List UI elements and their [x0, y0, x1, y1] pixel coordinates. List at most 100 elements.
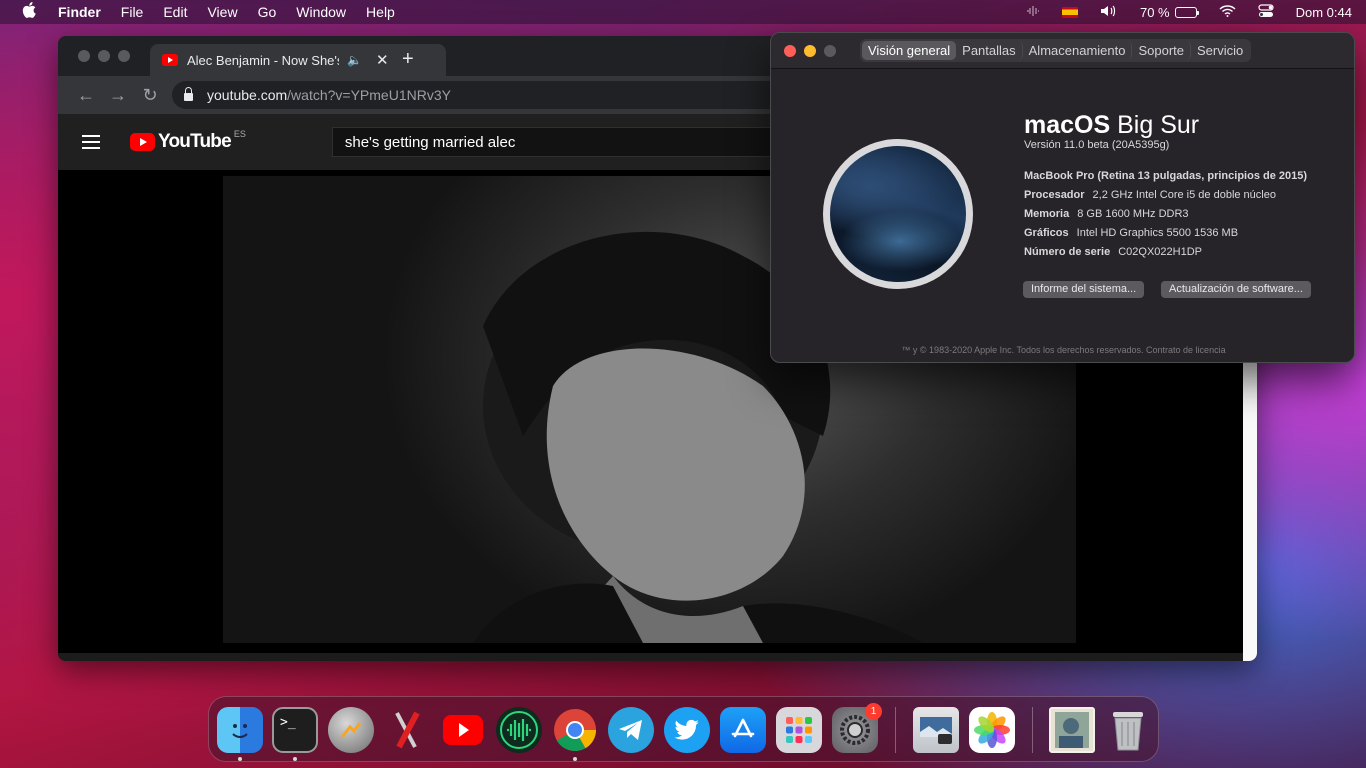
zoom-window-button[interactable]	[118, 50, 130, 62]
menu-window[interactable]: Window	[296, 4, 346, 20]
about-titlebar: Visión general Pantallas Almacenamiento …	[771, 33, 1354, 69]
notification-badge: 1	[865, 703, 882, 720]
youtube-logo[interactable]: YouTube ES	[130, 129, 246, 153]
dock-separator	[895, 707, 896, 753]
audio-playing-icon[interactable]: 🔈	[347, 53, 362, 67]
page-right-edge	[1243, 362, 1257, 661]
tab-almacenamiento[interactable]: Almacenamiento	[1023, 41, 1133, 60]
twitter-icon[interactable]	[664, 707, 710, 753]
lock-icon	[184, 86, 193, 101]
terminal-icon[interactable]: >_	[272, 707, 318, 753]
spec-key: Número de serie	[1024, 246, 1111, 258]
spec-value: 2,2 GHz Intel Core i5 de doble núcleo	[1092, 189, 1276, 201]
spec-value: C02QX022H1DP	[1118, 246, 1202, 258]
wifi-icon[interactable]	[1219, 4, 1236, 20]
about-zoom-button[interactable]	[824, 45, 836, 57]
volume-icon[interactable]	[1100, 4, 1118, 21]
search-query-text: she's getting married alec	[344, 133, 516, 151]
battery-status[interactable]: 70 %	[1139, 4, 1199, 20]
software-update-button[interactable]: Actualización de software...	[1161, 281, 1311, 298]
os-version: Versión 11.0 beta (20A5395g)	[1024, 139, 1170, 151]
chrome-icon[interactable]	[552, 707, 598, 753]
tab-vision-general[interactable]: Visión general	[862, 41, 957, 60]
spec-value: 8 GB 1600 MHz DDR3	[1077, 208, 1189, 220]
about-minimize-button[interactable]	[804, 45, 816, 57]
spec-key: Memoria	[1024, 208, 1070, 220]
tab-soporte[interactable]: Soporte	[1132, 41, 1192, 60]
documents-stack-icon[interactable]	[1049, 707, 1095, 753]
video-progress-bar[interactable]	[58, 653, 1243, 661]
youtube-region-label: ES	[233, 129, 246, 139]
preview-icon[interactable]	[913, 707, 959, 753]
apple-menu-icon[interactable]	[0, 2, 58, 22]
tab-pantallas[interactable]: Pantallas	[956, 41, 1023, 60]
trash-icon[interactable]	[1105, 707, 1151, 753]
dock-separator	[1032, 707, 1033, 753]
menu-edit[interactable]: Edit	[163, 4, 187, 20]
spec-serial: Número de serie C02QX022H1DP	[1024, 246, 1307, 265]
menu-app-finder[interactable]: Finder	[58, 4, 101, 20]
spec-key: Procesador	[1024, 189, 1085, 201]
finder-icon[interactable]	[217, 707, 263, 753]
youtube-wordmark: YouTube	[158, 131, 232, 152]
menu-help[interactable]: Help	[366, 4, 395, 20]
system-preferences-icon[interactable]: 1	[832, 703, 882, 753]
tab-servicio[interactable]: Servicio	[1191, 41, 1249, 60]
window-controls	[78, 50, 130, 62]
terminal-running-indicator	[293, 757, 297, 761]
hamburger-menu-icon[interactable]	[82, 135, 100, 149]
close-window-button[interactable]	[78, 50, 90, 62]
spec-memory: Memoria 8 GB 1600 MHz DDR3	[1024, 208, 1307, 227]
url-path: /watch?v=YPmeU1NRv3Y	[287, 87, 451, 103]
back-arrow-icon[interactable]: ←	[70, 85, 102, 106]
control-center-icon[interactable]	[1258, 3, 1274, 21]
launchpad-icon[interactable]	[776, 707, 822, 753]
dock: >_ 1	[208, 696, 1159, 762]
telegram-icon[interactable]	[608, 707, 654, 753]
youtube-favicon-icon	[162, 54, 178, 66]
chrome-running-indicator	[573, 757, 577, 761]
menu-bar: Finder File Edit View Go Window Help 70 …	[0, 0, 1366, 24]
model-name: MacBook Pro (Retina 13 pulgadas, princip…	[1024, 170, 1308, 182]
disk-utility-icon[interactable]	[328, 707, 374, 753]
menu-file[interactable]: File	[121, 4, 144, 20]
big-sur-landscape-image	[830, 146, 966, 282]
about-this-mac-window: Visión general Pantallas Almacenamiento …	[770, 32, 1355, 363]
photos-icon[interactable]	[969, 707, 1015, 753]
copyright-notice: ™ y © 1983-2020 Apple Inc. Todos los der…	[901, 345, 1226, 355]
menubar-clock[interactable]: Dom 0:44	[1296, 5, 1352, 20]
about-window-controls	[784, 45, 836, 57]
battery-icon	[1174, 6, 1199, 18]
close-tab-icon[interactable]: ✕	[376, 51, 389, 69]
spec-value: Intel HD Graphics 5500 1536 MB	[1076, 227, 1239, 239]
input-source-flag-icon[interactable]	[1061, 6, 1078, 18]
new-tab-button[interactable]: +	[402, 48, 414, 71]
menu-view[interactable]: View	[207, 4, 237, 20]
spec-key: Gráficos	[1024, 227, 1069, 239]
app-store-icon[interactable]	[720, 707, 766, 753]
menu-go[interactable]: Go	[258, 4, 277, 20]
about-close-button[interactable]	[784, 45, 796, 57]
url-host: youtube.com	[207, 87, 288, 103]
audio-waveform-app-icon[interactable]	[496, 707, 542, 753]
youtube-play-icon	[130, 133, 155, 151]
os-name: macOS Big Sur	[1024, 111, 1199, 140]
minimize-window-button[interactable]	[98, 50, 110, 62]
os-name-light: Big Sur	[1117, 111, 1200, 139]
spec-processor: Procesador 2,2 GHz Intel Core i5 de doble…	[1024, 189, 1307, 208]
battery-percent: 70 %	[1139, 4, 1170, 20]
reload-icon[interactable]: ↻	[134, 85, 166, 106]
hardware-specs: MacBook Pro (Retina 13 pulgadas, princip…	[1024, 170, 1307, 265]
address-bar[interactable]: youtube.com/watch?v=YPmeU1NRv3Y	[172, 81, 792, 109]
big-sur-artwork	[823, 139, 973, 289]
system-report-button[interactable]: Informe del sistema...	[1023, 281, 1145, 298]
youtube-search-input[interactable]: she's getting married alec	[331, 127, 802, 157]
youtube-app-icon[interactable]	[440, 707, 486, 753]
siri-waveform-icon[interactable]	[1026, 5, 1040, 20]
app-tool-icon[interactable]	[384, 707, 430, 753]
status-area: 70 % Dom 0:44	[1026, 0, 1352, 24]
forward-arrow-icon[interactable]: →	[102, 85, 134, 106]
spec-graphics: Gráficos Intel HD Graphics 5500 1536 MB	[1024, 227, 1307, 246]
tab-title: Alec Benjamin - Now She's Getting Marrie…	[187, 52, 339, 68]
os-name-bold: macOS	[1024, 111, 1111, 139]
